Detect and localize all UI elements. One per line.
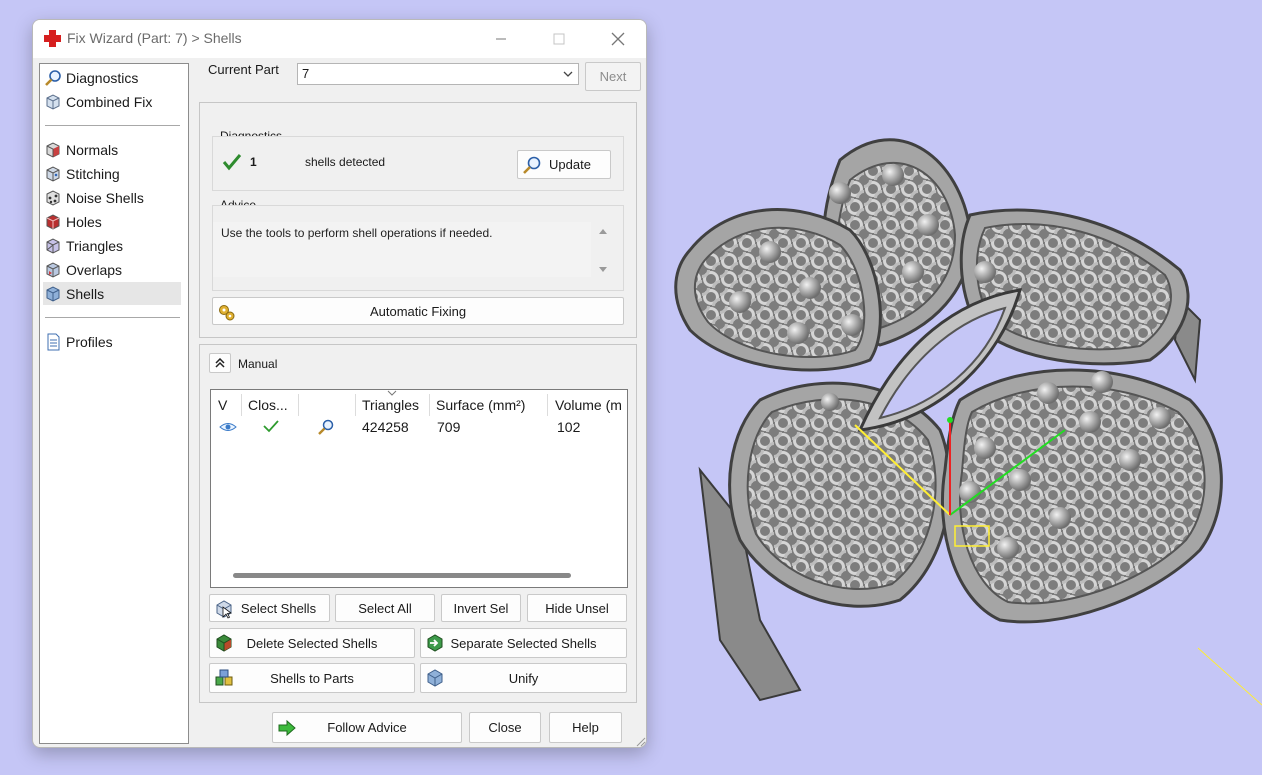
closed-check-icon xyxy=(263,420,279,433)
shells-cube-icon xyxy=(46,285,60,302)
cell-volume: 102 xyxy=(557,419,581,435)
nav-item-noise-shells[interactable]: Noise Shells xyxy=(43,186,181,209)
double-chevron-up-icon xyxy=(215,358,225,368)
table-horizontal-scrollbar[interactable] xyxy=(233,573,571,578)
select-shell-cube-icon xyxy=(216,600,233,619)
separate-shell-icon xyxy=(427,634,443,652)
separate-selected-shells-button[interactable]: Separate Selected Shells xyxy=(420,628,627,658)
nav-separator xyxy=(45,317,180,318)
holes-cube-icon xyxy=(46,213,60,230)
fix-wizard-window: Fix Wizard (Part: 7) > Shells Diagnostic… xyxy=(32,19,647,748)
current-part-select[interactable]: 7 xyxy=(297,63,579,85)
overlaps-cube-icon xyxy=(46,261,60,278)
shells-count: 1 xyxy=(250,155,257,169)
update-button[interactable]: Update xyxy=(517,150,611,179)
close-button[interactable]: Close xyxy=(469,712,541,743)
scroll-arrows-icon xyxy=(599,229,607,272)
column-header-visible[interactable]: V xyxy=(218,390,227,416)
nav-item-profiles[interactable]: Profiles xyxy=(43,330,181,353)
nav-item-normals[interactable]: Normals xyxy=(43,138,181,161)
stitching-cube-icon xyxy=(46,165,60,182)
hide-unsel-button[interactable]: Hide Unsel xyxy=(527,594,627,622)
current-part-label: Current Part xyxy=(208,62,279,77)
cell-surface: 709 xyxy=(437,419,461,435)
follow-advice-button[interactable]: Follow Advice xyxy=(272,712,462,743)
close-icon xyxy=(611,32,625,46)
magnifier-icon xyxy=(523,156,541,174)
next-button[interactable]: Next xyxy=(585,62,641,91)
gears-icon xyxy=(219,305,235,321)
nav-separator xyxy=(45,125,180,126)
delete-shell-icon xyxy=(216,634,232,652)
delete-selected-shells-button[interactable]: Delete Selected Shells xyxy=(209,628,415,658)
nav-item-combined-fix[interactable]: Combined Fix xyxy=(43,90,181,113)
advice-text: Use the tools to perform shell operation… xyxy=(213,222,591,277)
resize-grip-icon[interactable] xyxy=(635,736,646,747)
column-header-closed[interactable]: Clos... xyxy=(248,390,288,416)
select-all-button[interactable]: Select All xyxy=(335,594,435,622)
sort-indicator-icon xyxy=(387,390,397,396)
unify-cube-icon xyxy=(427,669,443,687)
nav-item-overlaps[interactable]: Overlaps xyxy=(43,258,181,281)
advice-scrollbar[interactable] xyxy=(596,223,610,279)
title-bar[interactable]: Fix Wizard (Part: 7) > Shells xyxy=(33,20,646,58)
automatic-fixing-button[interactable]: Automatic Fixing xyxy=(212,297,624,325)
minimize-icon xyxy=(496,38,506,40)
shells-status-text: shells detected xyxy=(305,155,386,169)
collapse-manual-button[interactable] xyxy=(209,353,231,373)
help-button[interactable]: Help xyxy=(549,712,622,743)
inspect-magnifier-icon[interactable] xyxy=(317,418,335,436)
column-header-volume[interactable]: Volume (m xyxy=(555,390,622,416)
manual-label: Manual xyxy=(238,357,278,371)
green-check-icon xyxy=(222,154,242,171)
nav-item-shells[interactable]: Shells xyxy=(43,282,181,305)
document-icon xyxy=(47,333,60,350)
green-arrow-right-icon xyxy=(278,719,296,737)
triangles-cube-icon xyxy=(46,237,60,254)
invert-sel-button[interactable]: Invert Sel xyxy=(441,594,521,622)
column-header-surface[interactable]: Surface (mm²) xyxy=(436,390,525,416)
red-cross-icon xyxy=(44,30,61,47)
shells-table[interactable]: V Clos... Triangles Surface (mm²) Volume… xyxy=(210,389,628,588)
nav-item-triangles[interactable]: Triangles xyxy=(43,234,181,257)
nav-item-holes[interactable]: Holes xyxy=(43,210,181,233)
shells-to-parts-button[interactable]: Shells to Parts xyxy=(209,663,415,693)
unify-button[interactable]: Unify xyxy=(420,663,627,693)
shells-to-parts-icon xyxy=(215,669,233,686)
close-window-button[interactable] xyxy=(598,26,638,52)
chevron-down-icon xyxy=(563,71,573,77)
nav-item-stitching[interactable]: Stitching xyxy=(43,162,181,185)
maximize-button[interactable] xyxy=(539,26,579,52)
current-part-value: 7 xyxy=(302,66,310,81)
maximize-icon xyxy=(553,33,565,45)
cube-icon xyxy=(46,93,60,110)
normals-cube-icon xyxy=(46,141,60,158)
select-shells-button[interactable]: Select Shells xyxy=(209,594,330,622)
nav-item-diagnostics[interactable]: Diagnostics xyxy=(43,66,181,89)
noise-shells-icon xyxy=(46,189,60,206)
cell-triangles: 424258 xyxy=(362,419,409,435)
magnifier-icon xyxy=(45,69,61,86)
wizard-nav-list: Diagnostics Combined Fix Normals Stitchi… xyxy=(39,63,189,744)
minimize-button[interactable] xyxy=(481,26,521,52)
window-title: Fix Wizard (Part: 7) > Shells xyxy=(67,30,242,46)
eye-icon[interactable] xyxy=(219,421,237,433)
